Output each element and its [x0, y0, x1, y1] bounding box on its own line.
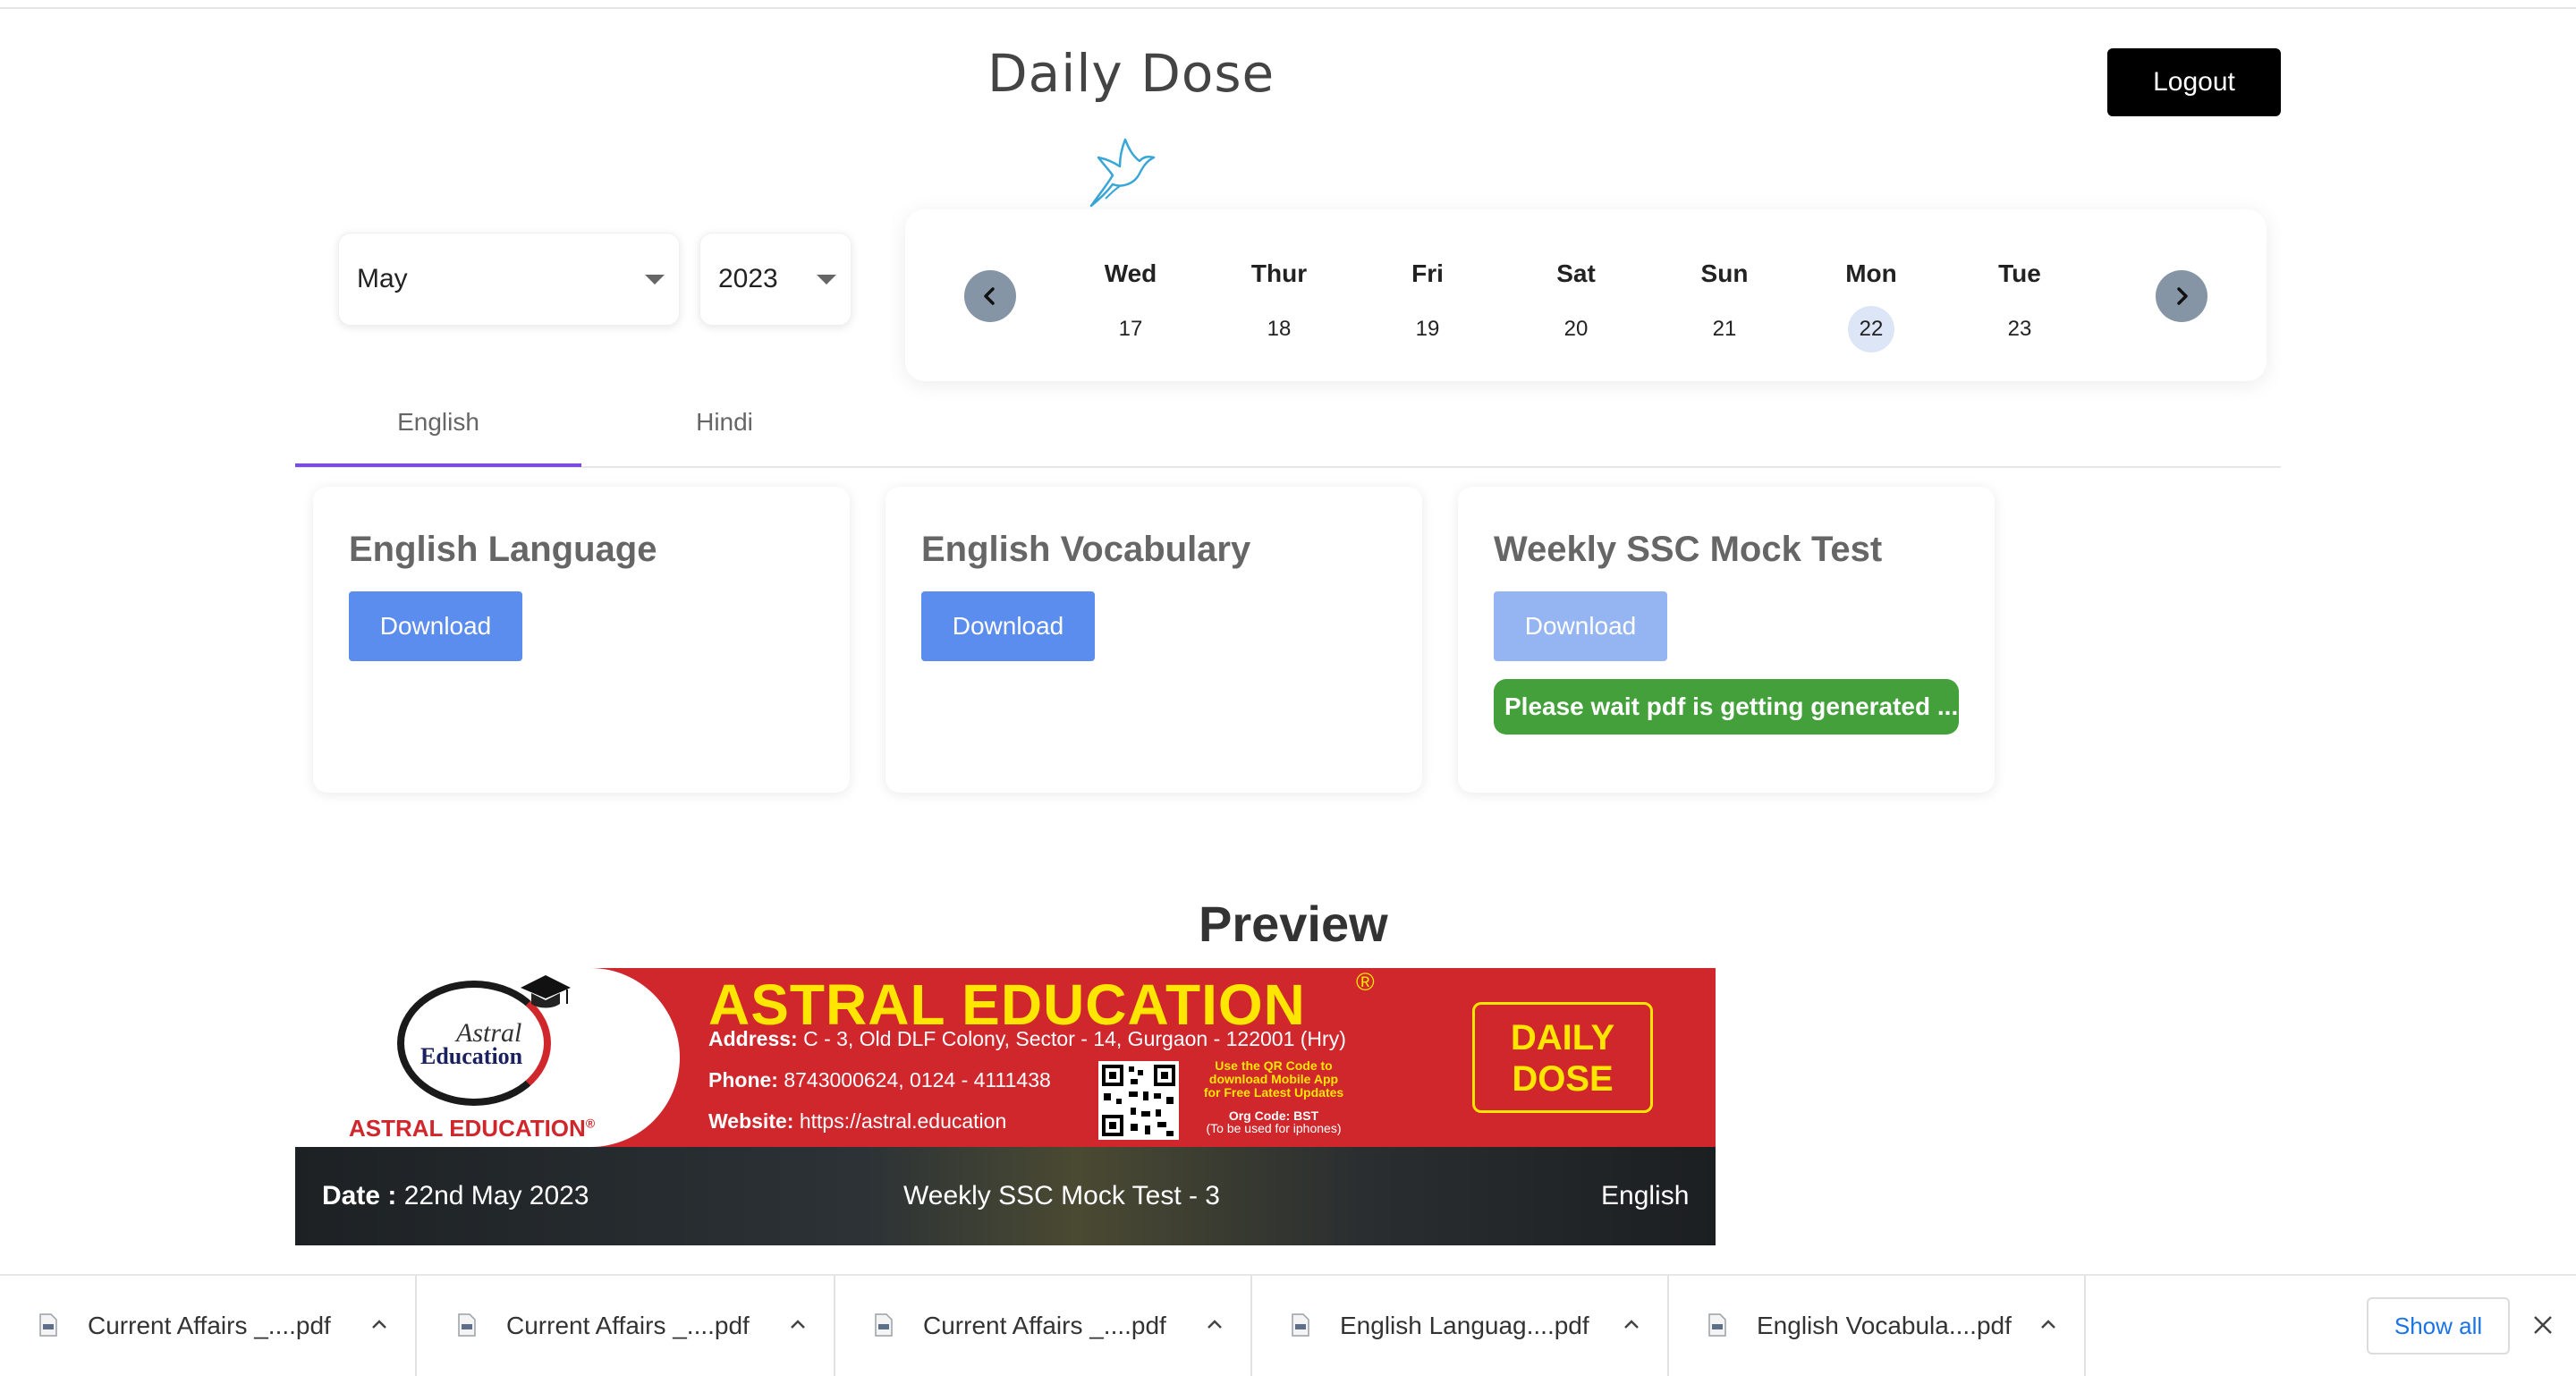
- download-item[interactable]: English Vocabula....pdf: [1669, 1276, 2086, 1376]
- tabs-divider: [295, 466, 2281, 468]
- chevron-left-icon: [984, 287, 995, 305]
- download-button[interactable]: Download: [349, 591, 522, 661]
- pdf-file-icon: [1708, 1313, 1726, 1337]
- download-button[interactable]: Download: [921, 591, 1095, 661]
- preview-banner: Astral Education ASTRAL EDUCATION® ASTRA…: [295, 968, 1716, 1245]
- bird-icon: [1089, 138, 1156, 208]
- calendar-date[interactable]: 19: [1404, 306, 1451, 352]
- calendar-day[interactable]: Fri 19: [1374, 259, 1481, 352]
- daily-dose-badge: DAILY DOSE: [1472, 1002, 1653, 1113]
- download-item[interactable]: Current Affairs _....pdf: [0, 1276, 417, 1376]
- download-filename: English Vocabula....pdf: [1757, 1312, 2012, 1339]
- page-title: Daily Dose: [987, 43, 1275, 104]
- month-select[interactable]: May: [338, 233, 680, 326]
- chevron-right-icon: [2177, 287, 2188, 305]
- logo-caption: ASTRAL EDUCATION®: [349, 1115, 596, 1142]
- year-select[interactable]: 2023: [699, 233, 852, 326]
- download-filename: Current Affairs _....pdf: [506, 1312, 750, 1339]
- download-item[interactable]: English Languag....pdf: [1252, 1276, 1669, 1376]
- pdf-file-icon: [458, 1313, 476, 1337]
- download-filename: Current Affairs _....pdf: [88, 1312, 331, 1339]
- calendar-day-name: Fri: [1411, 259, 1444, 287]
- calendar-date[interactable]: 21: [1701, 306, 1748, 352]
- close-icon[interactable]: [2529, 1312, 2556, 1338]
- calendar-prev-button[interactable]: [964, 270, 1016, 322]
- download-button-disabled: Download: [1494, 591, 1667, 661]
- pdf-card: English Language Download: [313, 487, 850, 793]
- pdf-card: English Vocabulary Download: [886, 487, 1422, 793]
- calendar-date[interactable]: 18: [1256, 306, 1302, 352]
- chevron-up-icon[interactable]: [2038, 1313, 2059, 1335]
- banner-language: English: [1601, 1181, 1690, 1210]
- qr-note: Use the QR Code to download Mobile App f…: [1203, 1058, 1344, 1100]
- tab-english[interactable]: English: [295, 408, 581, 437]
- chevron-up-icon[interactable]: [1204, 1313, 1225, 1335]
- year-select-value: 2023: [718, 264, 778, 293]
- download-shelf: Current Affairs _....pdf Current Affairs…: [0, 1274, 2576, 1376]
- banner-footer: Date : 22nd May 2023 Weekly SSC Mock Tes…: [295, 1147, 1716, 1245]
- caret-down-icon: [645, 275, 665, 285]
- tab-hindi[interactable]: Hindi: [581, 408, 868, 437]
- pdf-file-icon: [875, 1313, 893, 1337]
- card-title: English Vocabulary: [921, 530, 1251, 569]
- calendar-day-name: Mon: [1845, 259, 1897, 287]
- calendar-day[interactable]: Tue 23: [1966, 259, 2073, 352]
- calendar-date-selected[interactable]: 22: [1848, 306, 1894, 352]
- calendar-day[interactable]: Sun 21: [1671, 259, 1778, 352]
- active-tab-indicator: [295, 463, 581, 467]
- calendar-date[interactable]: 17: [1107, 306, 1154, 352]
- chevron-up-icon[interactable]: [787, 1313, 809, 1335]
- calendar-day[interactable]: Wed 17: [1077, 259, 1184, 352]
- preview-heading: Preview: [1199, 896, 1388, 952]
- card-title: Weekly SSC Mock Test: [1494, 530, 1883, 569]
- logout-button[interactable]: Logout: [2107, 48, 2281, 116]
- download-item[interactable]: Current Affairs _....pdf: [419, 1276, 835, 1376]
- pdf-card: Weekly SSC Mock Test Download Please wai…: [1458, 487, 1995, 793]
- chevron-up-icon[interactable]: [369, 1313, 390, 1335]
- chevron-up-icon[interactable]: [1621, 1313, 1642, 1335]
- top-divider: [0, 7, 2576, 9]
- status-badge: Please wait pdf is getting generated ...: [1494, 679, 1959, 735]
- banner-website: Website: https://astral.education: [708, 1109, 1007, 1133]
- pdf-file-icon: [39, 1313, 57, 1337]
- show-all-button[interactable]: Show all: [2367, 1297, 2510, 1355]
- week-calendar: Wed 17 Thur 18 Fri 19 Sat 20 Sun 21 Mon …: [905, 209, 2267, 381]
- banner-test-name: Weekly SSC Mock Test - 3: [903, 1181, 1220, 1210]
- calendar-day-name: Sun: [1700, 259, 1749, 287]
- card-title: English Language: [349, 530, 657, 569]
- org-code: Org Code: BST (To be used for iphones): [1206, 1108, 1342, 1135]
- calendar-day-selected[interactable]: Mon 22: [1818, 259, 1925, 352]
- calendar-day[interactable]: Sat 20: [1522, 259, 1630, 352]
- month-select-value: May: [357, 264, 408, 293]
- calendar-day-name: Thur: [1250, 259, 1308, 287]
- pdf-file-icon: [1292, 1313, 1309, 1337]
- calendar-next-button[interactable]: [2156, 270, 2207, 322]
- calendar-day-name: Tue: [1998, 259, 2041, 287]
- calendar-day-name: Wed: [1104, 259, 1157, 287]
- registered-mark: ®: [1356, 968, 1375, 996]
- calendar-day[interactable]: Thur 18: [1225, 259, 1333, 352]
- caret-down-icon: [817, 275, 836, 285]
- download-filename: English Languag....pdf: [1340, 1312, 1589, 1339]
- banner-date: Date : 22nd May 2023: [322, 1181, 589, 1210]
- download-filename: Current Affairs _....pdf: [923, 1312, 1166, 1339]
- qr-code-icon: [1098, 1061, 1179, 1140]
- banner-phone: Phone: 8743000624, 0124 - 4111438: [708, 1068, 1051, 1091]
- calendar-day-name: Sat: [1556, 259, 1596, 287]
- graduation-cap-icon: [521, 975, 571, 1008]
- calendar-date[interactable]: 23: [1996, 306, 2043, 352]
- logo-text-education: Education: [420, 1043, 523, 1069]
- banner-address: Address: C - 3, Old DLF Colony, Sector -…: [708, 1027, 1346, 1050]
- download-item[interactable]: Current Affairs _....pdf: [835, 1276, 1252, 1376]
- calendar-date[interactable]: 20: [1553, 306, 1599, 352]
